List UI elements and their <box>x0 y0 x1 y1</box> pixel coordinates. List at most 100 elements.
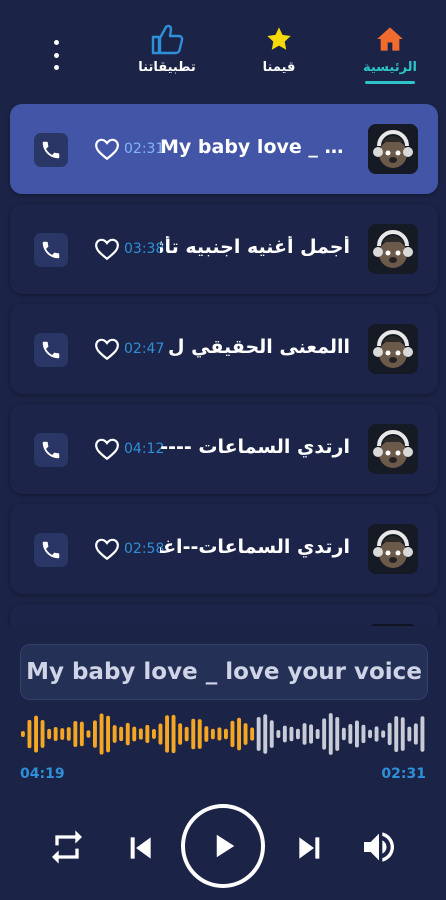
waveform-bar <box>263 714 268 754</box>
waveform-bar <box>93 720 97 748</box>
total-duration: 02:31 <box>381 766 426 782</box>
favorite-heart-icon[interactable] <box>94 137 120 161</box>
tab-home-label: الرئيسية <box>362 60 418 75</box>
waveform-bar <box>296 728 300 740</box>
waveform-bar <box>420 716 425 752</box>
waveform-bar <box>315 729 320 739</box>
song-row[interactable]: 04:12 ارتدي السماعات ---- <box>10 404 438 494</box>
thumbs-up-icon <box>150 20 184 58</box>
waveform-bar <box>276 730 281 738</box>
waveform-bar <box>407 726 412 742</box>
song-thumbnail <box>368 624 418 626</box>
waveform-bar <box>413 723 418 745</box>
waveform-bar <box>322 718 327 750</box>
waveform-bar <box>230 720 235 748</box>
set-ringtone-icon[interactable] <box>34 333 68 367</box>
volume-icon[interactable] <box>354 824 404 870</box>
set-ringtone-icon[interactable] <box>34 533 68 567</box>
waveform-bar <box>381 730 386 738</box>
previous-track-icon[interactable] <box>120 828 160 868</box>
current-time: 04:19 <box>20 766 65 782</box>
waveform-bar <box>184 726 189 742</box>
waveform-bar <box>132 726 137 742</box>
tab-our-apps[interactable]: تطبيقاتنا <box>122 20 212 90</box>
song-duration: 02:31 <box>124 141 165 157</box>
waveform-bar <box>27 719 32 749</box>
song-thumbnail <box>368 324 418 374</box>
waveform-bar <box>125 722 130 746</box>
waveform-bar <box>224 728 228 740</box>
waveform-bar <box>191 718 196 750</box>
player-controls <box>0 800 446 896</box>
waveform-bar <box>60 728 65 740</box>
waveform-bar <box>243 723 248 745</box>
song-duration: 02:58 <box>124 541 165 557</box>
song-row[interactable]: 02:58 ارتدي السماعات--اغنية <box>10 504 438 594</box>
song-thumbnail <box>368 224 418 274</box>
waveform-bar <box>361 724 366 744</box>
waveform-bar <box>197 719 202 749</box>
waveform-bar <box>138 728 143 740</box>
song-row[interactable]: 02:31 My baby love _ love your voice <box>10 104 438 194</box>
waveform-bar <box>400 717 405 751</box>
song-thumbnail <box>368 424 418 474</box>
waveform-bar <box>309 724 313 744</box>
song-title: االمعنى الحقيقي ل ترنيمة <box>160 336 350 358</box>
favorite-heart-icon[interactable] <box>94 337 120 361</box>
play-button[interactable] <box>181 804 265 888</box>
waveform-bar <box>237 717 241 751</box>
top-tab-bar: تطبيقاتنا قيمنا الرئيسية <box>0 0 446 96</box>
waveform-bar <box>341 727 346 741</box>
waveform-bar <box>119 726 124 742</box>
waveform-bar <box>335 717 340 751</box>
waveform-bar <box>282 725 287 743</box>
now-playing-title: My baby love _ love your voice <box>20 644 428 700</box>
waveform-bar <box>269 720 274 748</box>
next-track-icon[interactable] <box>290 828 330 868</box>
waveform-bar <box>394 716 399 752</box>
tab-rate-us[interactable]: قيمنا <box>234 20 324 90</box>
favorite-heart-icon[interactable] <box>94 237 120 261</box>
waveform-bar <box>99 713 104 755</box>
song-row[interactable]: 02:47 االمعنى الحقيقي ل ترنيمة <box>10 304 438 394</box>
repeat-icon[interactable] <box>44 824 90 870</box>
waveform-bar <box>328 713 333 755</box>
star-icon <box>265 20 293 58</box>
song-duration: 04:12 <box>124 441 165 457</box>
song-row[interactable]: 03:38 أجمل أغنيه اجنبيه تأثر بالقلب <box>10 204 438 294</box>
more-options-icon[interactable] <box>44 40 68 70</box>
waveform-bar <box>217 727 222 741</box>
waveform-bar <box>204 726 209 742</box>
song-title: ارتدي السماعات ---- <box>160 436 350 458</box>
waveform-bar <box>47 728 52 740</box>
waveform-bar <box>355 720 359 748</box>
waveform-bar <box>289 726 294 742</box>
favorite-heart-icon[interactable] <box>94 437 120 461</box>
set-ringtone-icon[interactable] <box>34 433 68 467</box>
song-thumbnail <box>368 124 418 174</box>
waveform-bar <box>152 729 156 739</box>
waveform-bar <box>66 727 71 741</box>
song-row-partial[interactable] <box>10 604 438 626</box>
tab-our-apps-label: تطبيقاتنا <box>138 60 196 75</box>
waveform-bar <box>368 729 372 739</box>
waveform-bar <box>106 715 110 753</box>
set-ringtone-icon[interactable] <box>34 133 68 167</box>
waveform-bar <box>53 727 58 741</box>
waveform-bar <box>387 722 392 746</box>
song-duration: 02:47 <box>124 341 165 357</box>
play-icon <box>216 834 235 858</box>
set-ringtone-icon[interactable] <box>34 233 68 267</box>
tab-home[interactable]: الرئيسية <box>345 20 435 90</box>
waveform-bar <box>374 726 379 742</box>
song-list[interactable]: 02:31 My baby love _ love your voice 03:… <box>0 104 446 626</box>
waveform-bar <box>112 725 117 743</box>
waveform-bar <box>145 724 150 743</box>
home-icon <box>376 20 404 58</box>
favorite-heart-icon[interactable] <box>94 537 120 561</box>
song-title: ارتدي السماعات--اغنية <box>160 536 350 558</box>
tab-rate-us-label: قيمنا <box>262 60 296 75</box>
waveform-bar <box>40 720 45 748</box>
waveform-bar <box>210 728 215 740</box>
waveform-seekbar[interactable] <box>20 706 426 762</box>
